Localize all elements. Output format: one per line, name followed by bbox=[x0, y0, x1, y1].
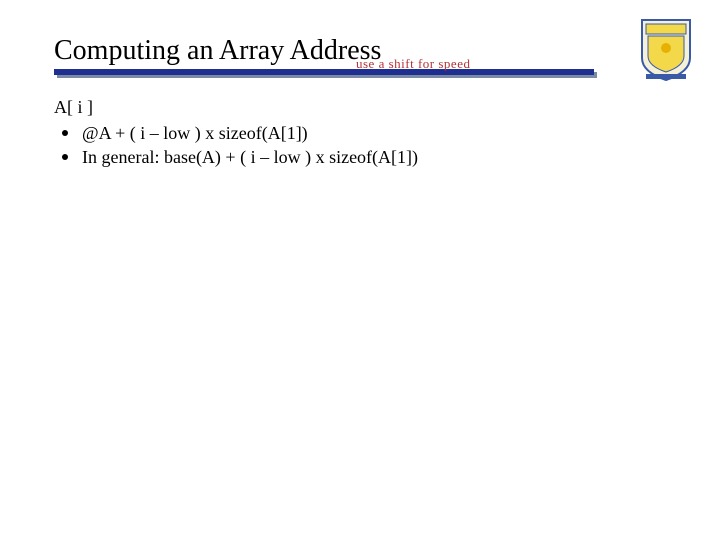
university-logo-icon bbox=[640, 18, 692, 82]
bullet-item-2: In general: base(A) + ( i – low ) x size… bbox=[54, 145, 666, 169]
bullet-item-1: @A + ( i – low ) x sizeof(A[1]) bbox=[54, 121, 666, 145]
title-rule-bar bbox=[54, 69, 594, 75]
bullet-list: @A + ( i – low ) x sizeof(A[1]) In gener… bbox=[54, 121, 666, 170]
overlap-annotation: use a shift for speed bbox=[356, 56, 470, 72]
content-line-1: A[ i ] bbox=[54, 95, 666, 119]
slide: Computing an Array Address use a shift f… bbox=[0, 0, 720, 540]
slide-content: A[ i ] @A + ( i – low ) x sizeof(A[1]) I… bbox=[54, 95, 666, 170]
